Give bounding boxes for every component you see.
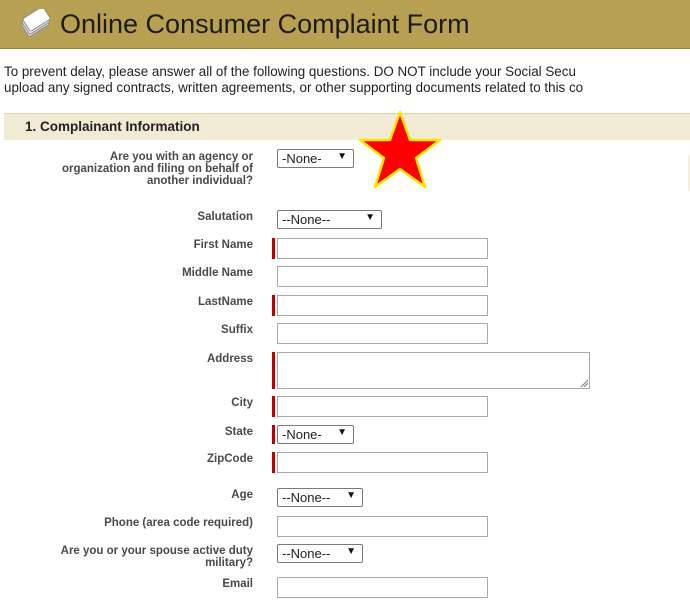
section-title: 1. Complainant Information <box>25 119 200 134</box>
star-icon <box>358 110 442 189</box>
document-icon <box>21 9 51 37</box>
age-label: Age <box>231 489 253 501</box>
required-marker <box>272 238 275 259</box>
address-label: Address <box>206 353 253 365</box>
state-select[interactable]: -None- ▼ <box>277 425 354 444</box>
last-name-input[interactable] <box>277 295 488 316</box>
email-input[interactable] <box>277 577 488 598</box>
required-marker <box>272 396 275 417</box>
salutation-select[interactable]: --None-- ▼ <box>277 210 382 229</box>
required-marker <box>272 295 275 316</box>
middle-name-label: Middle Name <box>182 267 253 279</box>
required-marker <box>272 425 275 444</box>
page-title: Online Consumer Complaint Form <box>60 9 470 39</box>
dropdown-arrow-icon: ▼ <box>337 151 347 162</box>
required-marker <box>272 452 275 473</box>
dropdown-arrow-icon: ▼ <box>346 490 356 501</box>
state-label: State <box>224 426 253 438</box>
suffix-label: Suffix <box>221 324 253 336</box>
city-input[interactable] <box>277 396 488 417</box>
phone-label: Phone (area code required) <box>104 517 253 529</box>
page-header: Online Consumer Complaint Form <box>0 0 690 49</box>
required-marker <box>272 352 275 389</box>
dropdown-arrow-icon: ▼ <box>346 546 356 557</box>
military-label: Are you or your spouse active duty milit… <box>60 545 253 569</box>
middle-name-input[interactable] <box>277 266 488 287</box>
first-name-label: First Name <box>193 239 253 251</box>
address-textarea[interactable] <box>277 352 590 389</box>
intro-line-2: upload any signed contracts, written agr… <box>4 80 584 95</box>
salutation-label: Salutation <box>197 211 253 223</box>
phone-input[interactable] <box>277 516 488 537</box>
zipcode-label: ZipCode <box>207 453 253 465</box>
first-name-input[interactable] <box>277 238 488 259</box>
military-select[interactable]: --None-- ▼ <box>277 544 363 563</box>
city-label: City <box>231 397 253 409</box>
intro-line-1: To prevent delay, please answer all of t… <box>4 64 576 79</box>
intro-text: To prevent delay, please answer all of t… <box>4 64 690 96</box>
zipcode-input[interactable] <box>277 452 488 473</box>
dropdown-arrow-icon: ▼ <box>365 212 375 223</box>
age-select[interactable]: --None-- ▼ <box>277 488 363 507</box>
agency-label: Are you with an agency or organization a… <box>61 151 253 187</box>
suffix-input[interactable] <box>277 323 488 344</box>
section-header: 1. Complainant Information <box>4 113 690 140</box>
email-label: Email <box>222 578 253 590</box>
agency-select[interactable]: -None- ▼ <box>277 149 354 168</box>
resize-handle-icon[interactable] <box>580 379 588 387</box>
dropdown-arrow-icon: ▼ <box>337 427 347 438</box>
last-name-label: LastName <box>198 296 253 308</box>
